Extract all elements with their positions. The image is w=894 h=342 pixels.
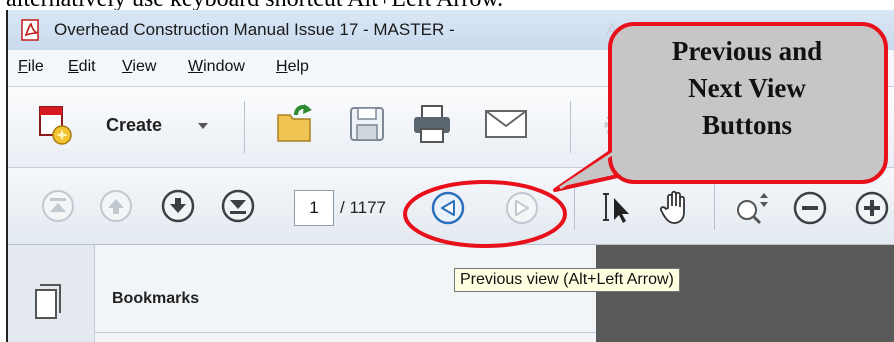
bookmarks-panel [8,245,596,342]
last-page-icon[interactable] [220,188,256,224]
zoom-in-icon[interactable] [854,190,890,226]
bookmarks-title: Bookmarks [112,290,200,307]
create-button[interactable]: Create [106,115,162,136]
hand-tool-icon[interactable] [656,188,694,226]
menu-view[interactable]: View [122,58,156,76]
create-pdf-icon[interactable] [36,103,76,149]
callout-line: Buttons [701,110,793,140]
zoom-out-icon[interactable] [792,190,828,226]
menu-help[interactable]: Help [276,58,309,76]
pages-icon[interactable] [32,283,66,323]
next-view-button[interactable] [504,190,540,226]
document-view-area[interactable] [596,245,894,342]
callout-line: Previous and [671,36,823,66]
page-number-input[interactable]: 1 [294,190,334,226]
pdf-app-icon [21,19,39,41]
page-total: / 1177 [340,198,387,217]
email-icon[interactable] [484,109,528,139]
callout-text: Previous and Next View Buttons [614,33,880,144]
open-folder-icon[interactable] [274,101,316,145]
previous-view-button[interactable] [430,190,466,226]
next-page-icon[interactable] [160,188,196,224]
panel-icon-strip [8,245,95,342]
menu-window[interactable]: Window [188,58,245,76]
toolbar-separator [574,184,575,230]
toolbar-separator [714,184,715,230]
print-icon[interactable] [410,103,454,145]
panel-divider [94,332,596,333]
first-page-icon[interactable] [40,188,76,224]
save-disk-icon[interactable] [348,105,386,143]
menu-edit[interactable]: Edit [68,58,96,76]
previous-page-icon[interactable] [98,188,134,224]
callout-line: Next View [688,73,806,103]
toolbar-separator [570,101,571,153]
menu-file[interactable]: File [18,58,44,76]
previous-view-tooltip: Previous view (Alt+Left Arrow) [454,268,680,292]
chevron-down-icon[interactable] [196,121,210,131]
toolbar-separator [244,101,245,153]
window-title: Overhead Construction Manual Issue 17 - … [54,20,455,39]
zoom-marquee-icon[interactable] [734,190,772,226]
select-cursor-icon[interactable] [600,190,636,226]
